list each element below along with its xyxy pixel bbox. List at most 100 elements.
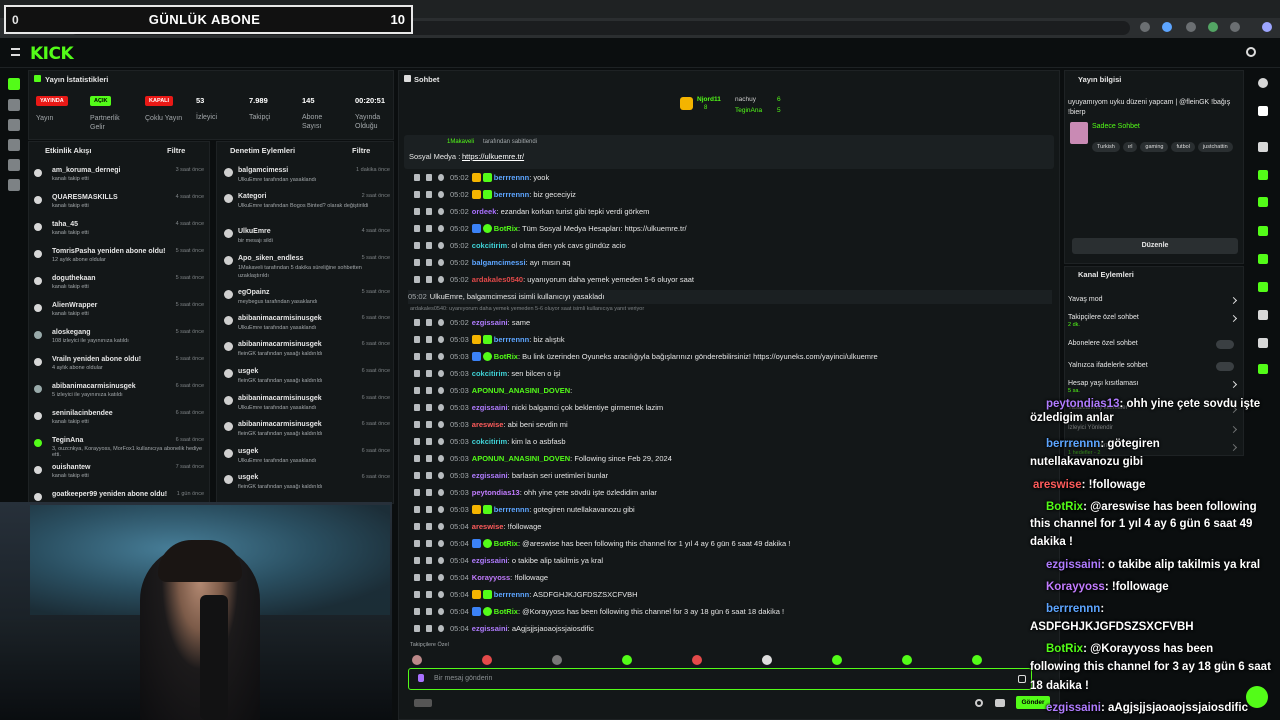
pin-action-icon[interactable]	[414, 225, 420, 232]
timeout-action-icon[interactable]	[426, 489, 432, 496]
activity-item[interactable]: doguthekaan kanalı takip etti 5 saat önce	[34, 275, 210, 290]
pin-action-icon[interactable]	[414, 489, 420, 496]
pin-action-icon[interactable]	[414, 608, 420, 615]
chat-username[interactable]: berrrennn	[494, 590, 529, 599]
activity-filter-button[interactable]: Filtre	[167, 146, 185, 155]
chat-message[interactable]: 05:04 BotRix: @Korayyoss has been followi…	[414, 605, 1054, 619]
tools-icon[interactable]	[1258, 142, 1268, 152]
timeout-action-icon[interactable]	[426, 225, 432, 232]
channel-action-item[interactable]: Yavaş mod	[1068, 296, 1244, 305]
chat-message[interactable]: 05:04 ezgissaini: aAgjsjjsjaoaojssjaiosdi…	[414, 622, 1054, 636]
chat-message[interactable]: 05:04 berrrennn: ASDFGHJKJGFDSZSXCFVBH	[414, 588, 1054, 602]
plugin-icon[interactable]	[1258, 364, 1268, 374]
activity-item[interactable]: am_koruma_dernegi kanalı takip etti 3 saat…	[34, 167, 210, 182]
chat-message[interactable]: 05:02 balgamcimessi: ayı mısın aq	[414, 256, 1054, 270]
ban-action-icon[interactable]	[438, 387, 444, 394]
timeout-action-icon[interactable]	[426, 353, 432, 360]
menu-icon[interactable]	[11, 48, 20, 56]
timeout-action-icon[interactable]	[426, 523, 432, 530]
pin-action-icon[interactable]	[414, 455, 420, 462]
activity-item[interactable]: seninilacinbendee kanalı takip etti 6 saat…	[34, 410, 210, 425]
chat-message[interactable]: 05:03 cokcitirim: sen bilcen o işi	[414, 367, 1054, 381]
chat-username[interactable]: berrrennn	[494, 190, 529, 199]
activity-item[interactable]: Vrailn yeniden abone oldu! 4 aylık abone …	[34, 356, 210, 371]
chat-message[interactable]: 05:03 cokcitirim: kim la o asbfasb	[414, 435, 1054, 449]
chat-username[interactable]: ezgissaini	[472, 403, 508, 412]
timeout-action-icon[interactable]	[426, 608, 432, 615]
chat-username[interactable]: ordeek	[472, 207, 497, 216]
chat-gear-icon[interactable]	[995, 699, 1005, 707]
chat-username[interactable]: APONUN_ANASINI_DOVEN	[472, 386, 570, 395]
mic-icon[interactable]	[418, 674, 424, 682]
pin-action-icon[interactable]	[414, 625, 420, 632]
mod-item[interactable]: Kategori UlkuEmre tarafından Bogos Binted…	[224, 193, 390, 210]
mod-item[interactable]: usgek fleinGK tarafından yasağı kaldırıld…	[224, 368, 390, 385]
chat-username[interactable]: berrrennn	[494, 335, 529, 344]
chat-username[interactable]: areswise	[472, 420, 504, 429]
timeout-action-icon[interactable]	[426, 174, 432, 181]
chat-message[interactable]: 05:04 areswise: !followage	[414, 520, 1054, 534]
wrench-icon[interactable]	[1258, 310, 1268, 320]
timeout-action-icon[interactable]	[426, 472, 432, 479]
chat-username[interactable]: cokcitirim	[472, 437, 507, 446]
ban-action-icon[interactable]	[438, 353, 444, 360]
mod-item[interactable]: usgek UlkuEmre tarafından yasaklandı 6 saa…	[224, 448, 390, 465]
pin-action-icon[interactable]	[414, 574, 420, 581]
chat-message[interactable]: 05:04 ezgissaini: o takibe alip takilmis …	[414, 554, 1054, 568]
ban-action-icon[interactable]	[438, 523, 444, 530]
mod-item[interactable]: abibanimacarmisinusgek fleinGK tarafından…	[224, 421, 390, 438]
activity-item[interactable]: abibanimacarmisinusgek 5 izleyici ile yay…	[34, 383, 210, 398]
chat-username[interactable]: cokcitirim	[472, 369, 507, 378]
chat-points-icon[interactable]	[414, 699, 432, 707]
timeout-action-icon[interactable]	[426, 421, 432, 428]
emote-icon[interactable]	[972, 655, 982, 665]
stream-tag[interactable]: gaming	[1140, 142, 1169, 152]
activity-item[interactable]: AlienWrapper kanalı takip etti 5 saat önce	[34, 302, 210, 317]
chat-message[interactable]: 05:04 Korayyoss: !followage	[414, 571, 1054, 585]
timeout-action-icon[interactable]	[426, 574, 432, 581]
mod-item[interactable]: Apo_siken_endless 1Makaveli tarafından 5 …	[224, 255, 390, 280]
mod-item[interactable]: usgek fleinGK tarafından yasağı kaldırıld…	[224, 474, 390, 491]
timeout-action-icon[interactable]	[426, 259, 432, 266]
timeout-action-icon[interactable]	[426, 540, 432, 547]
ban-action-icon[interactable]	[438, 319, 444, 326]
chat-username[interactable]: BotRix	[494, 224, 518, 233]
chat-message[interactable]: 05:03 BotRix: Bu link üzerinden Oyuneks a…	[414, 350, 1054, 364]
activity-item[interactable]: QUARESMASKILLS kanalı takip etti 4 saat ön…	[34, 194, 210, 209]
chat-message[interactable]: 05:02 ordeek: ezandan korkan turist gibi …	[414, 205, 1054, 219]
extension-icon[interactable]	[1208, 22, 1218, 32]
chat-message[interactable]: 05:03 APONUN_ANASINI_DOVEN: Following sin…	[414, 452, 1054, 466]
chat-message[interactable]: 05:02 BotRix: Tüm Sosyal Medya Hesapları:…	[414, 222, 1054, 236]
extension-icon[interactable]	[1186, 22, 1196, 32]
channel-action-item[interactable]: Yalnızca ifadelerle sohbet	[1068, 362, 1244, 371]
chat-username[interactable]: balgamcimessi	[472, 258, 526, 267]
ban-action-icon[interactable]	[438, 540, 444, 547]
chat-username[interactable]: areswise	[472, 522, 504, 531]
ban-action-icon[interactable]	[438, 259, 444, 266]
mod-item[interactable]: egOpainz meybegus tarafından yasaklandı 5 …	[224, 289, 390, 306]
ban-action-icon[interactable]	[438, 591, 444, 598]
mod-item[interactable]: abibanimacarmisinusgek UlkuEmre tarafında…	[224, 315, 390, 332]
send-button[interactable]: Gönder	[1016, 696, 1050, 709]
pin-action-icon[interactable]	[414, 208, 420, 215]
timeout-action-icon[interactable]	[426, 208, 432, 215]
timeout-action-icon[interactable]	[426, 191, 432, 198]
pin-action-icon[interactable]	[414, 438, 420, 445]
chat-message[interactable]: 05:02 berrrennn: biz gececiyiz	[414, 188, 1054, 202]
activity-item[interactable]: ouishantew kanalı takip etti 7 saat önce	[34, 464, 210, 479]
ban-action-icon[interactable]	[438, 208, 444, 215]
stream-tag[interactable]: justchattin	[1197, 142, 1233, 152]
ban-action-icon[interactable]	[438, 557, 444, 564]
emote-icon[interactable]	[832, 655, 842, 665]
chat-username[interactable]: ezgissaini	[472, 624, 508, 633]
timeout-action-icon[interactable]	[426, 438, 432, 445]
extension-icon[interactable]	[1140, 22, 1150, 32]
pin-action-icon[interactable]	[414, 319, 420, 326]
chat-username[interactable]: peytondias13	[472, 488, 520, 497]
timeout-action-icon[interactable]	[426, 404, 432, 411]
timeout-action-icon[interactable]	[426, 591, 432, 598]
chat-username[interactable]: BotRix	[494, 607, 518, 616]
trophy-nav-icon[interactable]	[8, 119, 20, 131]
ban-action-icon[interactable]	[438, 574, 444, 581]
chat-message[interactable]: 05:03 APONUN_ANASINI_DOVEN:	[414, 384, 1054, 398]
